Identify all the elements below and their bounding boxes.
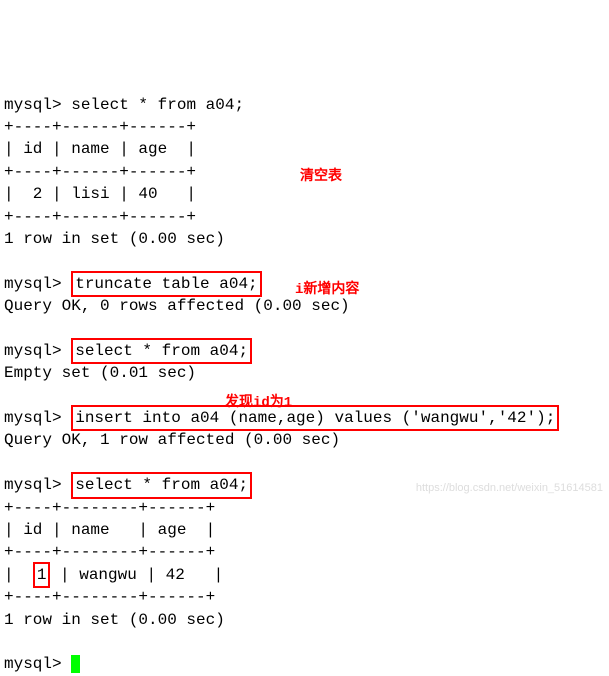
table-border: +----+------+------+ [4,208,196,226]
annotation-insert: i新增内容 [295,281,359,301]
mysql-prompt: mysql> [4,655,62,673]
cursor-block[interactable] [71,655,80,673]
sql-query-5-boxed: select * from a04; [71,472,252,498]
result-empty: Empty set (0.01 sec) [4,364,196,382]
sql-query-2-boxed: truncate table a04; [71,271,261,297]
mysql-prompt: mysql> [4,96,62,114]
table-row: | 2 | lisi | 40 | [4,185,196,203]
table-border: +----+--------+------+ [4,543,215,561]
result-summary: 1 row in set (0.00 sec) [4,611,225,629]
annotation-id-found: 发现id为1 [225,394,292,414]
annotation-clear-table: 清空表 [300,168,342,188]
mysql-prompt: mysql> [4,476,62,494]
mysql-prompt: mysql> [4,342,62,360]
sql-query-4-boxed: insert into a04 (name,age) values ('wang… [71,405,559,431]
table-border: +----+------+------+ [4,163,196,181]
table-row-prefix: | [4,566,33,584]
result-summary: 1 row in set (0.00 sec) [4,230,225,248]
table-border: +----+--------+------+ [4,588,215,606]
table-header: | id | name | age | [4,140,196,158]
sql-query-1: select * from a04; [71,96,244,114]
csdn-watermark: https://blog.csdn.net/weixin_51614581 [416,481,603,496]
id-value-boxed: 1 [33,562,51,588]
table-header: | id | name | age | [4,521,215,539]
sql-query-3-boxed: select * from a04; [71,338,252,364]
table-border: +----+--------+------+ [4,499,215,517]
mysql-prompt: mysql> [4,409,62,427]
mysql-prompt: mysql> [4,275,62,293]
table-row-suffix: | wangwu | 42 | [50,566,223,584]
table-border: +----+------+------+ [4,118,196,136]
result-ok: Query OK, 1 row affected (0.00 sec) [4,431,340,449]
